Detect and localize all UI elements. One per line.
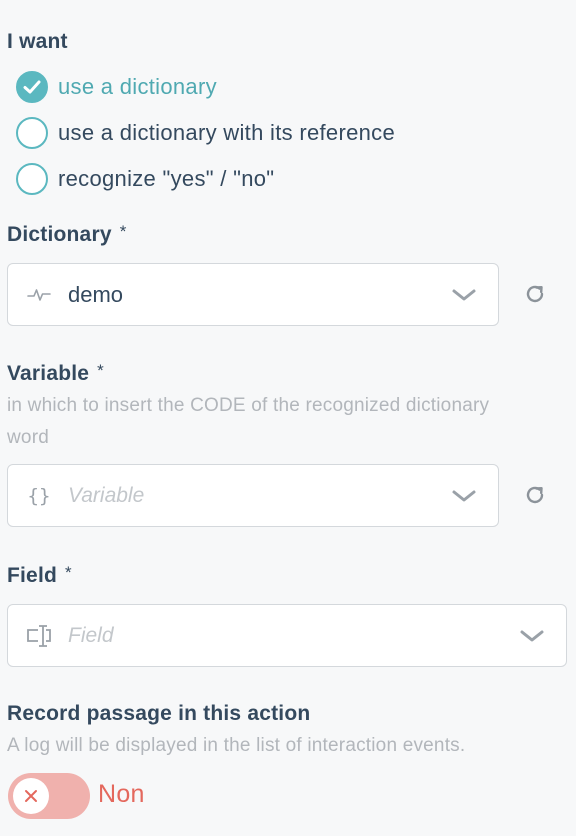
dictionary-label: Dictionary * bbox=[7, 222, 127, 247]
chevron-down-icon[interactable] bbox=[444, 488, 484, 504]
dictionary-value: demo bbox=[68, 281, 124, 307]
text-field-icon bbox=[14, 624, 64, 648]
field-label: Field * bbox=[7, 563, 72, 588]
required-mark: * bbox=[97, 361, 104, 380]
required-mark: * bbox=[119, 222, 127, 241]
pulse-icon bbox=[14, 287, 64, 303]
chevron-down-icon[interactable] bbox=[512, 628, 552, 644]
record-passage-heading: Record passage in this action bbox=[7, 702, 311, 725]
field-label-text: Field bbox=[7, 564, 58, 587]
variable-label: Variable * bbox=[7, 361, 104, 386]
variable-label-text: Variable bbox=[7, 362, 90, 385]
variable-help: in which to insert the CODE of the recog… bbox=[7, 395, 490, 448]
curly-braces-icon: {} bbox=[27, 484, 51, 507]
toggle-label: Non bbox=[98, 780, 145, 808]
radio-label: recognize "yes" / "no" bbox=[58, 166, 275, 191]
dictionary-select[interactable]: demo bbox=[7, 263, 499, 326]
radio-label: use a dictionary with its reference bbox=[58, 120, 395, 145]
variable-placeholder: Variable bbox=[68, 483, 145, 507]
radio-empty-icon bbox=[16, 163, 48, 195]
chevron-down-icon[interactable] bbox=[444, 287, 484, 303]
refresh-icon[interactable] bbox=[522, 281, 548, 307]
radio-use-dictionary-with-reference[interactable]: use a dictionary with its reference bbox=[16, 116, 395, 150]
refresh-icon[interactable] bbox=[522, 482, 548, 508]
radio-empty-icon bbox=[16, 117, 48, 149]
check-icon bbox=[16, 71, 48, 103]
field-placeholder: Field bbox=[68, 623, 114, 647]
record-toggle[interactable] bbox=[8, 773, 90, 819]
variable-select[interactable]: {} Variable bbox=[7, 464, 499, 527]
radio-use-dictionary[interactable]: use a dictionary bbox=[16, 70, 217, 104]
close-icon bbox=[13, 778, 49, 814]
radio-recognize-yes-no[interactable]: recognize "yes" / "no" bbox=[16, 162, 274, 196]
i-want-heading: I want bbox=[7, 30, 68, 53]
radio-label: use a dictionary bbox=[58, 74, 217, 99]
required-mark: * bbox=[65, 563, 72, 582]
field-select[interactable]: Field bbox=[7, 604, 567, 667]
dictionary-label-text: Dictionary bbox=[7, 223, 112, 246]
record-passage-help: A log will be displayed in the list of i… bbox=[7, 735, 466, 756]
